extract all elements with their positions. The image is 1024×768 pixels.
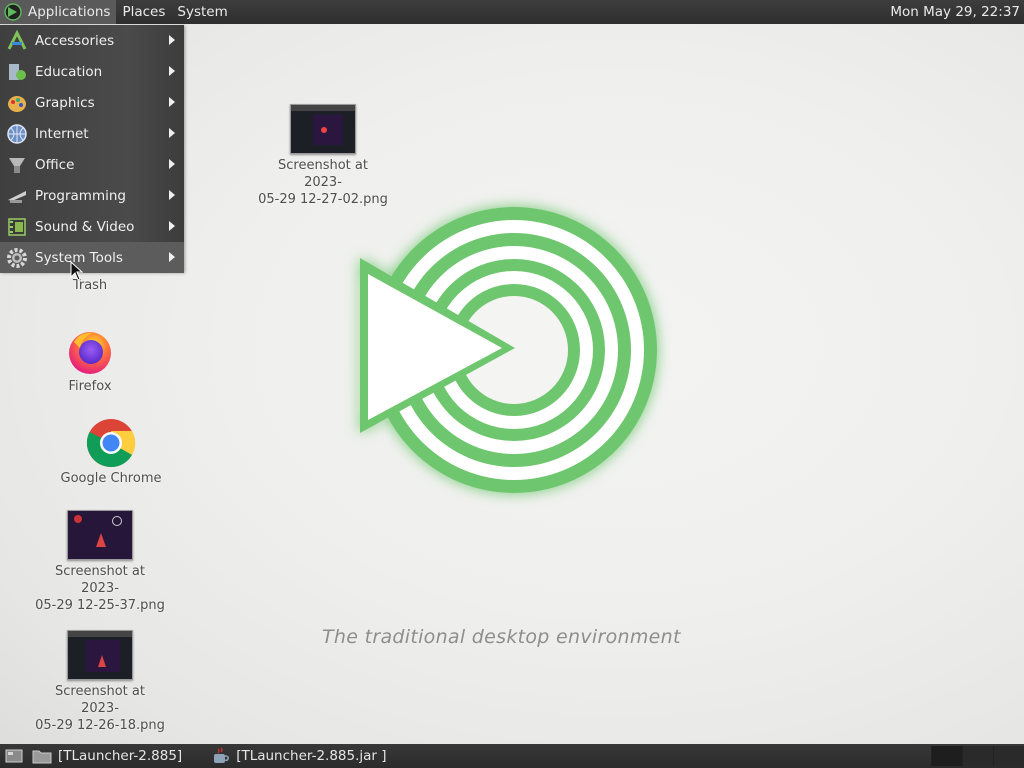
menu-item-system-tools[interactable]: System Tools [0,242,184,273]
menu-item-label: Internet [35,125,89,142]
desktop-icon-google-chrome[interactable]: Google Chrome [56,418,166,487]
workspace-switcher [931,746,1024,766]
desktop-icon-label: Screenshot at 2023- 05-29 12-25-37.png [35,564,165,613]
menu-item-programming[interactable]: Programming [0,180,184,211]
office-icon [6,154,28,176]
desktop-icon-label: Google Chrome [60,471,162,486]
mate-logo-icon [4,3,22,21]
graphics-icon [6,92,28,114]
desktop-tagline: The traditional desktop environment [322,626,681,648]
submenu-arrow-icon [169,159,175,169]
menu-item-label: Graphics [35,94,95,111]
menu-item-sound-video[interactable]: Sound & Video [0,211,184,242]
taskbar-item-label: [TLauncher-2.885.jar ] [236,748,387,764]
submenu-arrow-icon [169,97,175,107]
system-menu-button[interactable]: System [171,0,233,24]
submenu-arrow-icon [169,66,175,76]
firefox-icon [69,332,111,374]
menu-item-internet[interactable]: Internet [0,118,184,149]
menu-item-graphics[interactable]: Graphics [0,87,184,118]
applications-menu-label: Applications [28,4,111,20]
workspace-3[interactable] [993,746,1024,766]
applications-menu-button[interactable]: Applications [0,0,117,24]
places-menu-button[interactable]: Places [116,0,171,24]
desktop-icon-label: Screenshot at 2023- 05-29 12-27-02.png [258,158,388,207]
menu-item-office[interactable]: Office [0,149,184,180]
submenu-arrow-icon [169,221,175,231]
bottom-panel: [TLauncher-2.885] [TLauncher-2.885.jar ] [0,744,1024,768]
desktop-icon-firefox[interactable]: Firefox [40,328,140,395]
internet-globe-icon [6,123,28,145]
accessories-icon [6,29,28,52]
desktop-icon-trash[interactable]: Trash [40,277,140,294]
submenu-arrow-icon [169,252,175,262]
taskbar-item-tlauncher-jar[interactable]: [TLauncher-2.885.jar ] [208,744,394,768]
menu-item-label: Education [35,63,103,80]
image-thumbnail-icon [67,510,133,560]
desktop-icon-label: Firefox [68,379,112,394]
mate-background-logo [360,207,657,493]
programming-icon [6,185,28,207]
java-icon [214,747,230,763]
menu-item-accessories[interactable]: Accessories [0,25,184,56]
menu-item-label: Programming [35,187,126,204]
submenu-arrow-icon [169,190,175,200]
education-icon [6,61,28,83]
submenu-arrow-icon [169,128,175,138]
system-tools-gear-icon [6,247,28,269]
show-desktop-icon[interactable] [0,744,28,768]
desktop-icon-screenshot-122537[interactable]: Screenshot at 2023- 05-29 12-25-37.png [35,510,165,614]
clock[interactable]: Mon May 29, 22:37 [890,4,1024,20]
desktop-icon-label: Trash [72,278,108,293]
desktop-icon-screenshot-122618[interactable]: Screenshot at 2023- 05-29 12-26-18.png [35,630,165,734]
sound-video-icon [6,216,28,238]
image-thumbnail-icon [67,630,133,680]
submenu-arrow-icon [169,35,175,45]
top-panel: Applications Places System Mon May 29, 2… [0,0,1024,24]
taskbar-item-label: [TLauncher-2.885] [58,748,183,764]
image-thumbnail-icon [290,104,356,154]
desktop-icon-label: Screenshot at 2023- 05-29 12-26-18.png [35,684,165,733]
menu-item-education[interactable]: Education [0,56,184,87]
applications-dropdown-menu: Accessories Education Graphics Internet … [0,25,184,273]
menu-item-label: Accessories [35,32,115,49]
chrome-icon [86,419,136,468]
desktop-icon-screenshot-122702[interactable]: Screenshot at 2023- 05-29 12-27-02.png [258,104,388,208]
menu-item-label: Sound & Video [35,218,135,235]
folder-icon [32,750,52,764]
workspace-1[interactable] [931,746,962,766]
mouse-cursor-icon [70,261,84,281]
menu-item-label: Office [35,156,75,173]
taskbar-item-tlauncher-folder[interactable]: [TLauncher-2.885] [28,744,190,768]
workspace-2[interactable] [962,746,993,766]
